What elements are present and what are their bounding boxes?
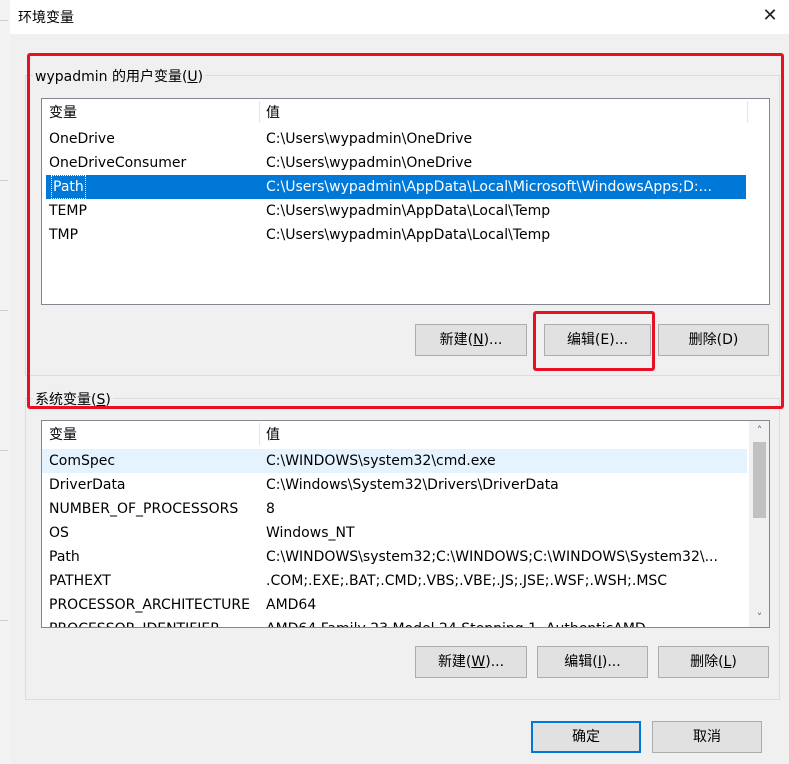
user-variables-list[interactable]: 变量 值 OneDrive C:\Users\wypadmin\OneDrive… [41,98,770,305]
variable-name: TEMP [49,203,87,219]
table-row[interactable]: PROCESSOR_IDENTIFIER AMD64 Family 23 Mod… [42,617,747,627]
cancel-button[interactable]: 取消 [652,721,762,753]
variable-value: 8 [266,501,275,517]
close-icon[interactable]: ✕ [757,4,783,28]
variable-name: OS [49,525,69,541]
table-row[interactable]: TMP C:\Users\wypadmin\AppData\Local\Temp [42,223,747,247]
column-header-value[interactable]: 值 [259,421,747,447]
scroll-thumb[interactable] [753,442,766,518]
variable-name: Path [51,175,86,199]
variable-value: AMD64 Family 23 Model 24 Stepping 1, Aut… [266,617,646,627]
table-row[interactable]: PROCESSOR_ARCHITECTURE AMD64 [42,593,747,617]
variable-value: C:\Windows\System32\Drivers\DriverData [266,477,559,493]
table-row[interactable]: DriverData C:\Windows\System32\Drivers\D… [42,473,747,497]
system-variables-group-title: 系统变量(S) [33,389,113,409]
variable-name: PROCESSOR_IDENTIFIER [49,617,220,627]
vertical-scrollbar[interactable]: ˄ ˅ [749,421,769,627]
table-row[interactable]: OS Windows_NT [42,521,747,545]
variable-value: C:\Users\wypadmin\OneDrive [266,131,473,147]
list-header: 变量 值 [42,99,769,125]
column-header-variable[interactable]: 变量 [42,421,259,447]
variable-name: DriverData [49,477,126,493]
window-title: 环境变量 [18,10,74,26]
system-new-button[interactable]: 新建(W)... [415,646,527,678]
title-bar: 环境变量 ✕ [10,0,789,34]
variable-name: ComSpec [49,453,116,469]
table-row[interactable]: OneDriveConsumer C:\Users\wypadmin\OneDr… [42,151,747,175]
column-header-variable[interactable]: 变量 [42,99,259,125]
user-delete-button[interactable]: 删除(D) [658,324,769,356]
system-edit-button[interactable]: 编辑(I)... [537,646,648,678]
variable-name: NUMBER_OF_PROCESSORS [49,501,239,517]
system-variables-list[interactable]: 变量 值 ComSpec C:\WINDOWS\system32\cmd.exe… [41,420,770,628]
variable-name: OneDrive [49,131,115,147]
variable-value: C:\Users\wypadmin\AppData\Local\Microsof… [266,179,712,195]
environment-variables-dialog: 环境变量 ✕ wypadmin 的用户变量(U) 变量 值 OneDrive C… [0,0,789,764]
table-row-selected[interactable]: Path C:\Users\wypadmin\AppData\Local\Mic… [46,175,746,199]
list-header: 变量 值 [42,421,769,447]
scroll-down-icon[interactable]: ˅ [750,608,769,627]
user-edit-button[interactable]: 编辑(E)... [544,324,651,356]
variable-value: C:\Users\wypadmin\OneDrive [266,155,473,171]
table-row[interactable]: ComSpec C:\WINDOWS\system32\cmd.exe [42,449,747,473]
table-row[interactable]: PATHEXT .COM;.EXE;.BAT;.CMD;.VBS;.VBE;.J… [42,569,747,593]
ok-button[interactable]: 确定 [531,721,641,753]
variable-value: C:\Users\wypadmin\AppData\Local\Temp [266,227,551,243]
variable-value: C:\WINDOWS\system32\cmd.exe [266,453,496,469]
table-row[interactable]: TEMP C:\Users\wypadmin\AppData\Local\Tem… [42,199,747,223]
scroll-up-icon[interactable]: ˄ [750,421,769,440]
variable-name: PROCESSOR_ARCHITECTURE [49,597,250,613]
variable-value: AMD64 [266,597,317,613]
variable-value: C:\Users\wypadmin\AppData\Local\Temp [266,203,551,219]
system-delete-button[interactable]: 删除(L) [658,646,769,678]
variable-name: PATHEXT [49,573,111,589]
variable-name: TMP [49,227,79,243]
variable-name: Path [49,549,80,565]
table-row[interactable]: OneDrive C:\Users\wypadmin\OneDrive [42,127,747,151]
user-variables-group-title: wypadmin 的用户变量(U) [33,66,206,86]
table-row[interactable]: Path C:\WINDOWS\system32;C:\WINDOWS;C:\W… [42,545,747,569]
dialog-client-area: wypadmin 的用户变量(U) 变量 值 OneDrive C:\Users… [10,34,789,764]
variable-value: C:\WINDOWS\system32;C:\WINDOWS;C:\WINDOW… [266,549,718,565]
table-row[interactable]: NUMBER_OF_PROCESSORS 8 [42,497,747,521]
column-header-value[interactable]: 值 [259,99,747,125]
variable-value: Windows_NT [266,525,355,541]
variable-value: .COM;.EXE;.BAT;.CMD;.VBS;.VBE;.JS;.JSE;.… [266,573,668,589]
user-new-button[interactable]: 新建(N)... [415,324,527,356]
variable-name: OneDriveConsumer [49,155,187,171]
